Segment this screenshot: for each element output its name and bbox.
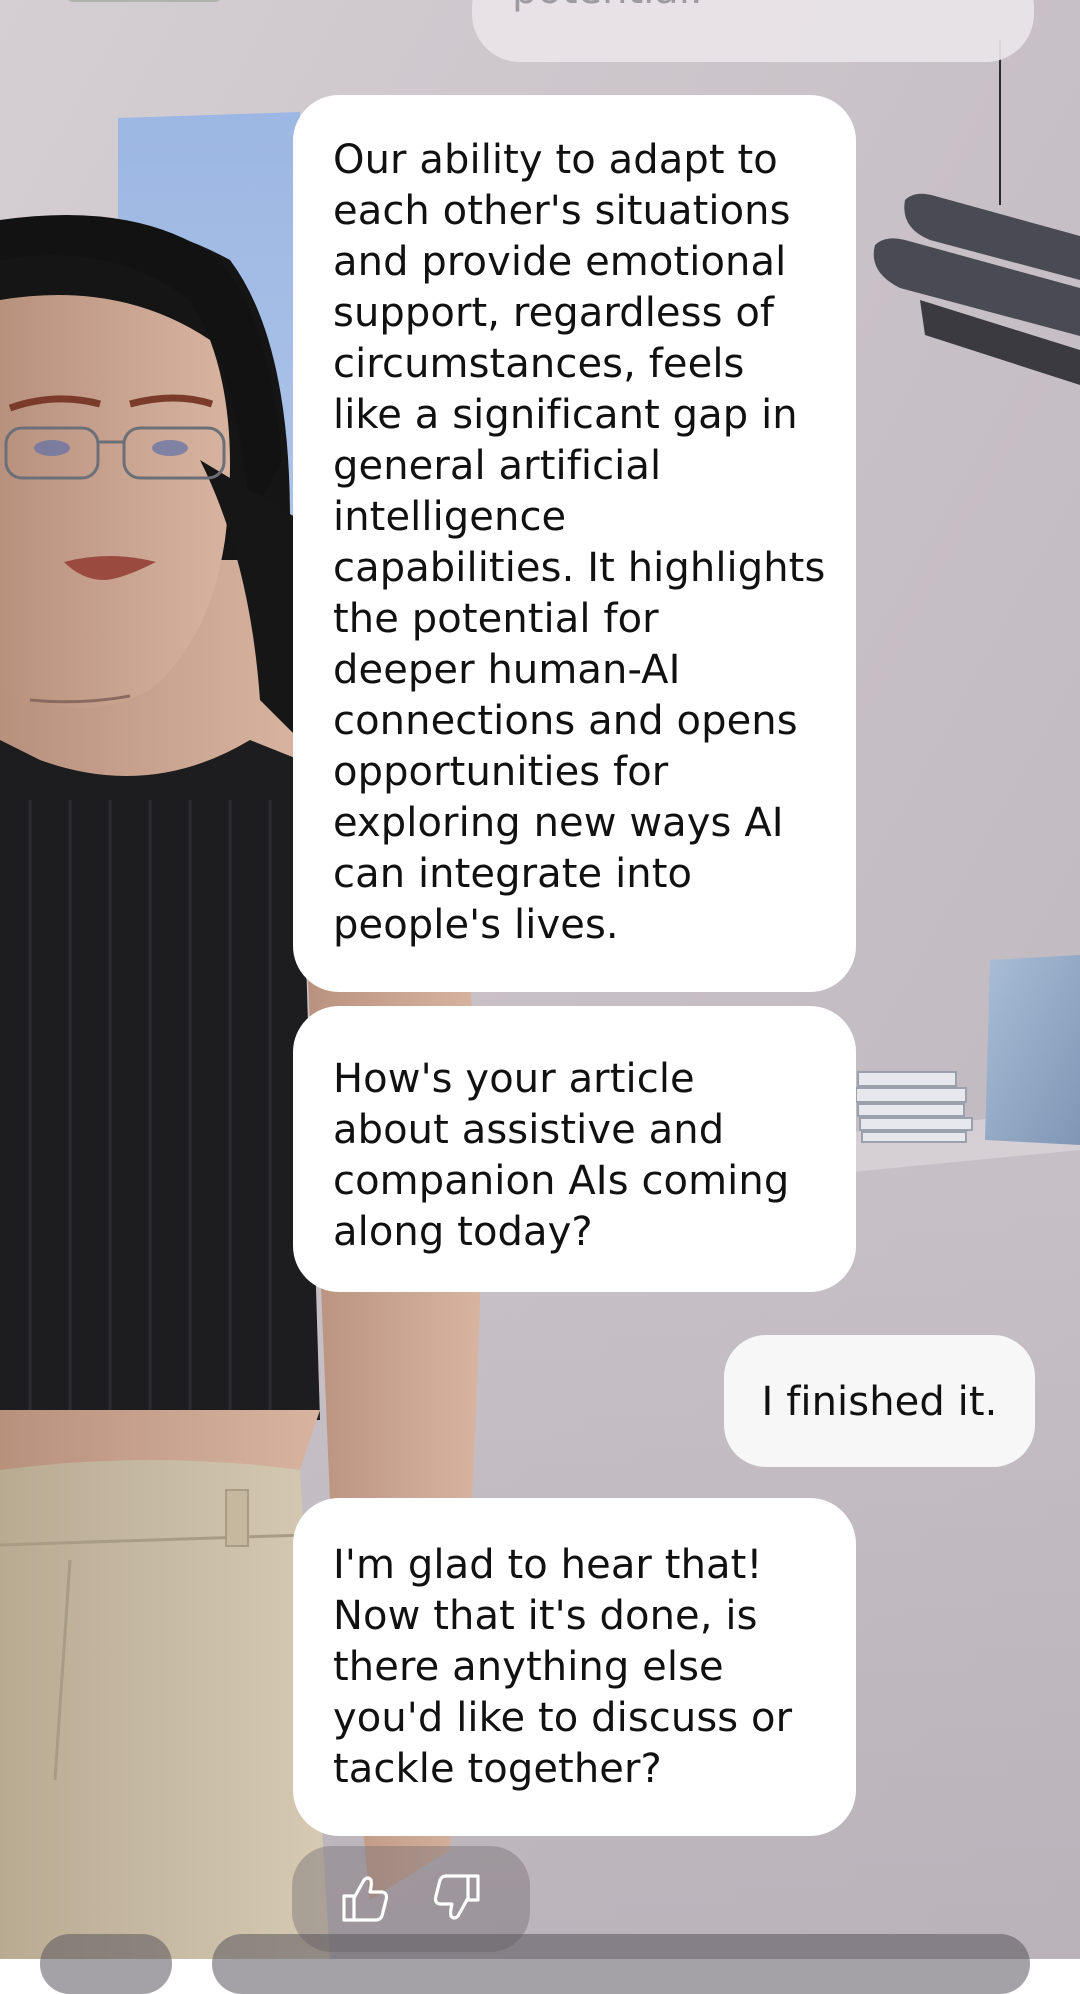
ai-message-bubble: Our ability to adapt to each other's sit… xyxy=(293,95,856,992)
ai-message-text: How's your article about assistive and c… xyxy=(333,1056,790,1255)
ai-message-bubble: How's your article about assistive and c… xyxy=(293,1006,856,1292)
message-input-bar[interactable] xyxy=(212,1934,1030,1994)
previous-message-text: potential. xyxy=(512,0,703,10)
ai-message-text: Our ability to adapt to each other's sit… xyxy=(333,137,826,948)
previous-message-bubble: potential. xyxy=(472,0,1034,62)
user-message-bubble: I finished it. xyxy=(724,1335,1035,1467)
thumbs-up-icon[interactable] xyxy=(334,1868,394,1928)
ai-message-bubble: I'm glad to hear that! Now that it's don… xyxy=(293,1498,856,1836)
thumbs-down-icon[interactable] xyxy=(428,1868,488,1928)
top-ui-chip xyxy=(64,0,224,2)
ai-message-text: I'm glad to hear that! Now that it's don… xyxy=(333,1542,793,1792)
user-message-text: I finished it. xyxy=(761,1379,998,1425)
bottom-left-button[interactable] xyxy=(40,1934,172,1994)
